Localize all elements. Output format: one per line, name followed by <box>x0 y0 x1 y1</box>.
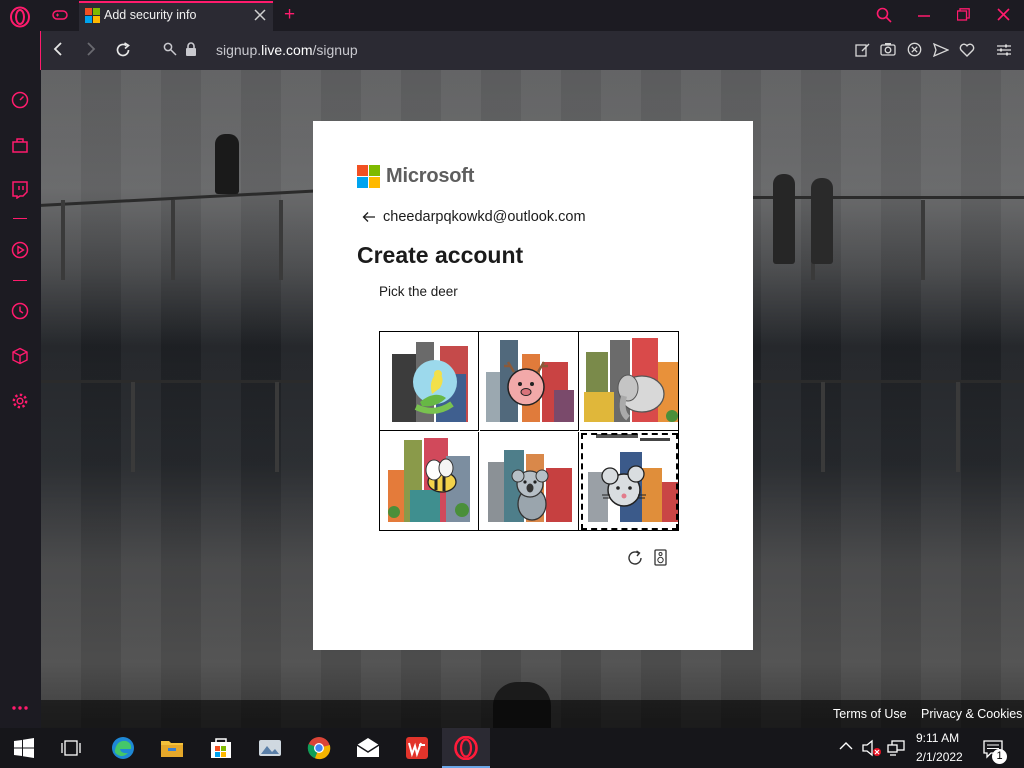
notification-count-badge: 1 <box>992 749 1007 764</box>
network-icon[interactable] <box>887 740 905 756</box>
show-hidden-icons-icon[interactable] <box>839 741 853 751</box>
history-icon[interactable] <box>11 302 29 320</box>
extensions-cube-icon[interactable] <box>11 347 29 365</box>
captcha-tile-koala[interactable] <box>480 432 579 531</box>
restore-button[interactable] <box>957 8 970 21</box>
captcha-tile-snake[interactable] <box>380 332 479 431</box>
task-view-icon[interactable] <box>61 738 85 762</box>
wps-office-icon[interactable] <box>405 736 429 760</box>
close-window-button[interactable] <box>997 8 1010 21</box>
microsoft-logo-icon <box>357 165 380 188</box>
page-title: Create account <box>357 242 524 268</box>
twitch-icon[interactable] <box>11 181 29 199</box>
opera-logo-icon[interactable] <box>9 6 31 28</box>
settings-gear-icon[interactable] <box>11 392 29 410</box>
send-icon[interactable] <box>933 43 949 57</box>
railing-post <box>171 200 175 280</box>
forward-icon[interactable] <box>85 42 97 56</box>
url-field[interactable]: signup.live.com/signup <box>216 42 358 58</box>
person-silhouette <box>811 178 833 264</box>
easy-setup-icon[interactable] <box>997 43 1011 57</box>
audio-challenge-icon[interactable] <box>654 549 667 566</box>
back-arrow-icon[interactable] <box>362 211 376 223</box>
railing <box>41 380 311 383</box>
refresh-puzzle-icon[interactable] <box>626 549 644 567</box>
back-icon[interactable] <box>52 42 64 56</box>
captcha-tile-deer[interactable] <box>480 332 579 431</box>
railing-post <box>131 382 135 472</box>
microsoft-store-icon[interactable] <box>209 736 233 760</box>
person-silhouette <box>773 174 795 264</box>
edit-page-icon[interactable] <box>855 42 870 57</box>
person-silhouette <box>215 134 239 194</box>
sidebar-divider <box>13 280 27 281</box>
shopping-bag-icon[interactable] <box>11 136 29 154</box>
heart-icon[interactable] <box>959 43 975 57</box>
camera-icon[interactable] <box>880 42 896 56</box>
clock-time[interactable]: 9:11 AM <box>916 731 959 745</box>
file-explorer-icon[interactable] <box>160 736 184 760</box>
clock-date[interactable]: 2/1/2022 <box>916 750 963 764</box>
captcha-tile-elephant[interactable] <box>580 332 679 431</box>
speed-dial-icon[interactable] <box>11 91 29 109</box>
search-tabs-icon[interactable] <box>876 7 892 23</box>
close-tab-icon[interactable] <box>254 9 266 21</box>
railing <box>753 380 1024 383</box>
reload-icon[interactable] <box>115 42 131 58</box>
terms-of-use-link[interactable]: Terms of Use <box>833 707 907 721</box>
railing-post <box>279 200 283 280</box>
account-email: cheedarpqkowkd@outlook.com <box>383 209 586 225</box>
gamepad-icon[interactable] <box>52 9 68 21</box>
speaker-muted-icon[interactable] <box>862 739 882 757</box>
captcha-tile-bee[interactable] <box>380 432 479 531</box>
edge-browser-icon[interactable] <box>111 736 135 760</box>
tab-title: Add security info <box>104 8 197 22</box>
photos-app-icon[interactable] <box>258 736 282 760</box>
chrome-icon[interactable] <box>307 736 331 760</box>
mail-icon[interactable] <box>356 736 380 760</box>
railing-post <box>921 200 925 280</box>
captcha-tile-mouse[interactable] <box>580 432 679 531</box>
privacy-cookies-link[interactable]: Privacy & Cookies <box>921 707 1022 721</box>
lock-icon[interactable] <box>185 42 197 57</box>
microsoft-favicon-icon <box>85 8 100 23</box>
sidebar-divider <box>13 218 27 219</box>
opera-taskbar-icon[interactable] <box>454 736 478 760</box>
captcha-prompt: Pick the deer <box>379 284 458 299</box>
more-options-icon[interactable] <box>11 705 29 711</box>
windows-start-icon[interactable] <box>14 738 38 762</box>
captcha-image-grid <box>379 331 679 531</box>
minimize-button[interactable] <box>918 15 930 17</box>
new-tab-button[interactable]: + <box>284 4 295 26</box>
railing-post <box>956 382 960 472</box>
player-icon[interactable] <box>11 241 29 259</box>
railing-post <box>61 200 65 280</box>
railing-post <box>275 382 279 472</box>
railing-post <box>821 382 825 472</box>
railing <box>41 188 341 207</box>
ad-block-icon[interactable] <box>907 42 922 57</box>
key-icon[interactable] <box>163 42 177 58</box>
microsoft-brand-text: Microsoft <box>386 165 475 187</box>
